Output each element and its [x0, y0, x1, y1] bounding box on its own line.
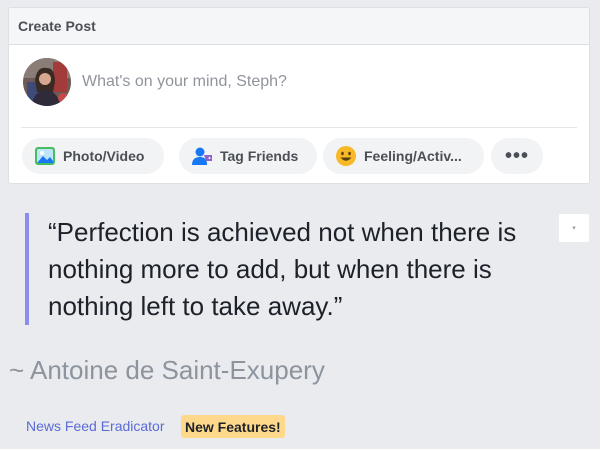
quote-author: ~ Antoine de Saint-Exupery: [9, 355, 325, 385]
create-post-header: Create Post: [9, 8, 589, 45]
feeling-activity-label: Feeling/Activ...: [364, 148, 462, 164]
more-icon: •••: [504, 144, 529, 167]
user-avatar[interactable]: [23, 58, 71, 106]
composer-input[interactable]: [82, 70, 572, 94]
tag-friends-icon: [191, 145, 213, 167]
tag-friends-label: Tag Friends: [220, 148, 299, 164]
new-features-badge[interactable]: New Features!: [181, 415, 285, 438]
photo-icon: [34, 145, 56, 167]
more-options-button[interactable]: •••: [491, 138, 543, 174]
quote-accent-bar: [25, 213, 29, 325]
feeling-activity-button[interactable]: Feeling/Activ...: [323, 138, 484, 174]
quote-menu-button[interactable]: ▾: [559, 214, 589, 242]
create-post-card: Create Post Photo/Vid: [8, 7, 590, 184]
news-feed-eradicator-link[interactable]: News Feed Eradicator: [26, 418, 165, 434]
tag-friends-button[interactable]: Tag Friends: [179, 138, 317, 174]
quote-text: “Perfection is achieved not when there i…: [48, 217, 517, 321]
photo-video-label: Photo/Video: [63, 148, 145, 164]
photo-video-button[interactable]: Photo/Video: [22, 138, 164, 174]
feeling-emoji-icon: [335, 145, 357, 167]
chevron-down-icon: ▾: [572, 225, 576, 232]
composer-divider: [21, 127, 577, 128]
